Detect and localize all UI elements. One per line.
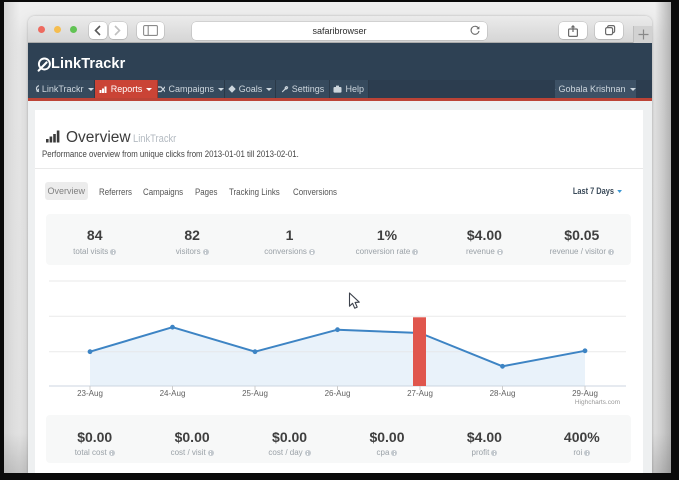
svg-text:29-Aug: 29-Aug [572, 389, 598, 398]
svg-text:27-Aug: 27-Aug [407, 389, 433, 398]
svg-text:25-Aug: 25-Aug [242, 389, 268, 398]
svg-text:Highcharts.com: Highcharts.com [575, 399, 620, 406]
svg-text:26-Aug: 26-Aug [325, 389, 351, 398]
svg-text:23-Aug: 23-Aug [77, 389, 103, 398]
svg-text:24-Aug: 24-Aug [160, 389, 186, 398]
svg-text:28-Aug: 28-Aug [490, 389, 516, 398]
